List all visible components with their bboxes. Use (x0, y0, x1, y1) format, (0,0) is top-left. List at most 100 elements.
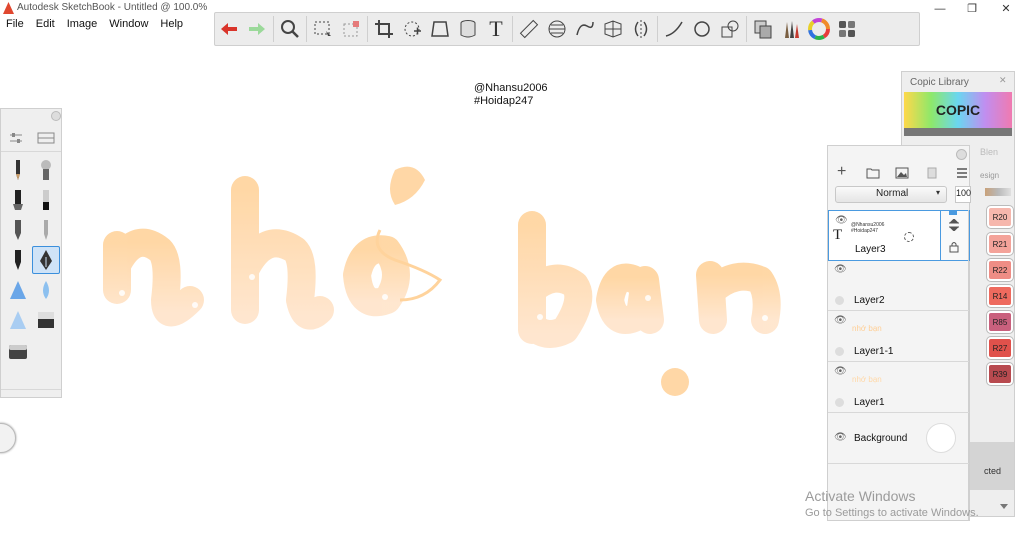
copic-swatch[interactable]: R20 (987, 206, 1013, 228)
layer-row-layer1-1[interactable]: 👁 nhớ bạn Layer1-1 (828, 311, 969, 362)
airbrush-brush[interactable] (33, 157, 59, 183)
restore-button[interactable]: ❐ (956, 0, 988, 17)
select-rect-icon (314, 21, 331, 36)
layer-radio[interactable] (835, 296, 844, 305)
symmetry-icon (634, 20, 648, 38)
toolbar-separator (746, 16, 747, 42)
shape-button[interactable] (716, 15, 744, 43)
eye-icon[interactable]: 👁 (834, 264, 847, 275)
blend-mode-select[interactable]: Normal ▾ (835, 186, 947, 203)
copic-footer-button[interactable]: cted (970, 442, 1014, 490)
ellipse-guide-button[interactable] (543, 15, 571, 43)
circle-button[interactable] (688, 15, 716, 43)
eraser-brush[interactable] (33, 307, 59, 333)
fineliner-brush[interactable] (5, 217, 31, 243)
stroke-button[interactable] (660, 15, 688, 43)
menu-file[interactable]: File (0, 17, 30, 32)
select-remove-button[interactable] (337, 15, 365, 43)
copic-swatch[interactable]: R21 (987, 233, 1013, 255)
menu-image[interactable]: Image (61, 17, 104, 32)
close-window-button[interactable]: ✕ (990, 0, 1022, 17)
symmetry-button[interactable] (627, 15, 655, 43)
close-icon[interactable]: ✕ (999, 75, 1007, 86)
text-button[interactable]: T (482, 15, 510, 43)
copic-collapse-bar[interactable] (904, 128, 1012, 136)
brush-library-button[interactable] (777, 15, 805, 43)
undo-icon (221, 23, 237, 35)
ballpoint-brush[interactable] (33, 217, 59, 243)
crop-button[interactable] (370, 15, 398, 43)
layout-button[interactable] (833, 15, 861, 43)
clear-layer-icon[interactable] (927, 167, 937, 179)
opacity-field[interactable]: 100 (955, 186, 971, 203)
hard-eraser-brush[interactable] (5, 339, 31, 365)
chisel-brush[interactable] (33, 187, 59, 213)
layer-row-background[interactable]: 👁 Background (828, 413, 969, 464)
copic-swatch[interactable]: R85 (987, 311, 1013, 333)
layer-radio[interactable] (835, 398, 844, 407)
layer-row-layer2[interactable]: 👁 Layer2 (828, 260, 969, 311)
color-wheel-button[interactable] (805, 15, 833, 43)
curve-guide-button[interactable] (571, 15, 599, 43)
window-title: Autodesk SketchBook - Untitled @ 100.0% (17, 2, 208, 13)
ellipse-guide-icon (548, 20, 566, 38)
layer-row-layer1[interactable]: 👁 nhớ bạn Layer1 (828, 362, 969, 413)
cylinder-icon (460, 20, 476, 38)
panel-close-button[interactable] (956, 149, 967, 160)
menu-window[interactable]: Window (103, 17, 154, 32)
lasso-button[interactable] (398, 15, 426, 43)
folder-icon[interactable] (866, 167, 880, 179)
zoom-icon (281, 20, 299, 38)
cylinder-button[interactable] (454, 15, 482, 43)
eye-icon[interactable]: 👁 (834, 366, 847, 377)
inking-brush[interactable] (5, 247, 31, 273)
triangle-brush[interactable] (5, 277, 31, 303)
select-rect-button[interactable] (309, 15, 337, 43)
lagoon-puck[interactable] (0, 423, 16, 453)
redo-icon (249, 23, 265, 35)
copic-swatch[interactable]: R22 (987, 259, 1013, 281)
scroll-down-icon[interactable] (1000, 504, 1008, 509)
palette-close-button[interactable] (51, 111, 61, 121)
perspective-icon (604, 20, 622, 38)
copic-swatch[interactable]: R39 (987, 363, 1013, 385)
menu-bar: File Edit Image Window Help (0, 17, 189, 32)
menu-help[interactable]: Help (154, 17, 189, 32)
opacity-value: 100 (956, 188, 972, 198)
brush-properties-button[interactable] (8, 131, 24, 148)
minimize-button[interactable]: — (924, 0, 956, 17)
eye-icon[interactable]: 👁 (835, 215, 848, 226)
brush-library-toggle[interactable] (37, 131, 55, 148)
image-layer-icon[interactable] (895, 167, 909, 179)
layer-radio[interactable] (835, 347, 844, 356)
calligraphy-brush[interactable] (32, 246, 60, 274)
crop-icon (375, 20, 393, 38)
layer-thumbnail-text: @Nhansu2006 #Hoidap247 (851, 222, 885, 234)
zoom-button[interactable] (276, 15, 304, 43)
layer-row-layer3[interactable]: 👁 T @Nhansu2006 #Hoidap247 Layer3 (828, 210, 941, 261)
transform-button[interactable] (426, 15, 454, 43)
copy-button[interactable] (749, 15, 777, 43)
move-layer-icon[interactable] (948, 219, 960, 231)
undo-button[interactable] (215, 15, 243, 43)
eye-icon[interactable]: 👁 (834, 432, 847, 443)
redo-button[interactable] (243, 15, 271, 43)
lock-icon[interactable] (949, 241, 959, 253)
marker-brush[interactable] (5, 187, 31, 213)
copic-swatch[interactable]: R27 (987, 337, 1013, 359)
blur-brush[interactable] (33, 277, 59, 303)
eye-icon[interactable]: 👁 (834, 315, 847, 326)
add-layer-icon[interactable]: + (837, 164, 846, 180)
perspective-button[interactable] (599, 15, 627, 43)
close-icon: ✕ (1001, 3, 1011, 15)
background-color-swatch[interactable] (926, 423, 956, 453)
menu-icon[interactable] (956, 167, 968, 179)
menu-edit[interactable]: Edit (30, 17, 61, 32)
smudge-brush[interactable] (5, 307, 31, 333)
activation-watermark-title: Activate Windows (805, 488, 916, 504)
copic-swatch[interactable]: R14 (987, 285, 1013, 307)
canvas-text-line: @Nhansu2006 (474, 82, 548, 94)
pencil-brush[interactable] (5, 157, 31, 183)
footer-label: cted (984, 466, 1002, 476)
ruler-button[interactable] (515, 15, 543, 43)
